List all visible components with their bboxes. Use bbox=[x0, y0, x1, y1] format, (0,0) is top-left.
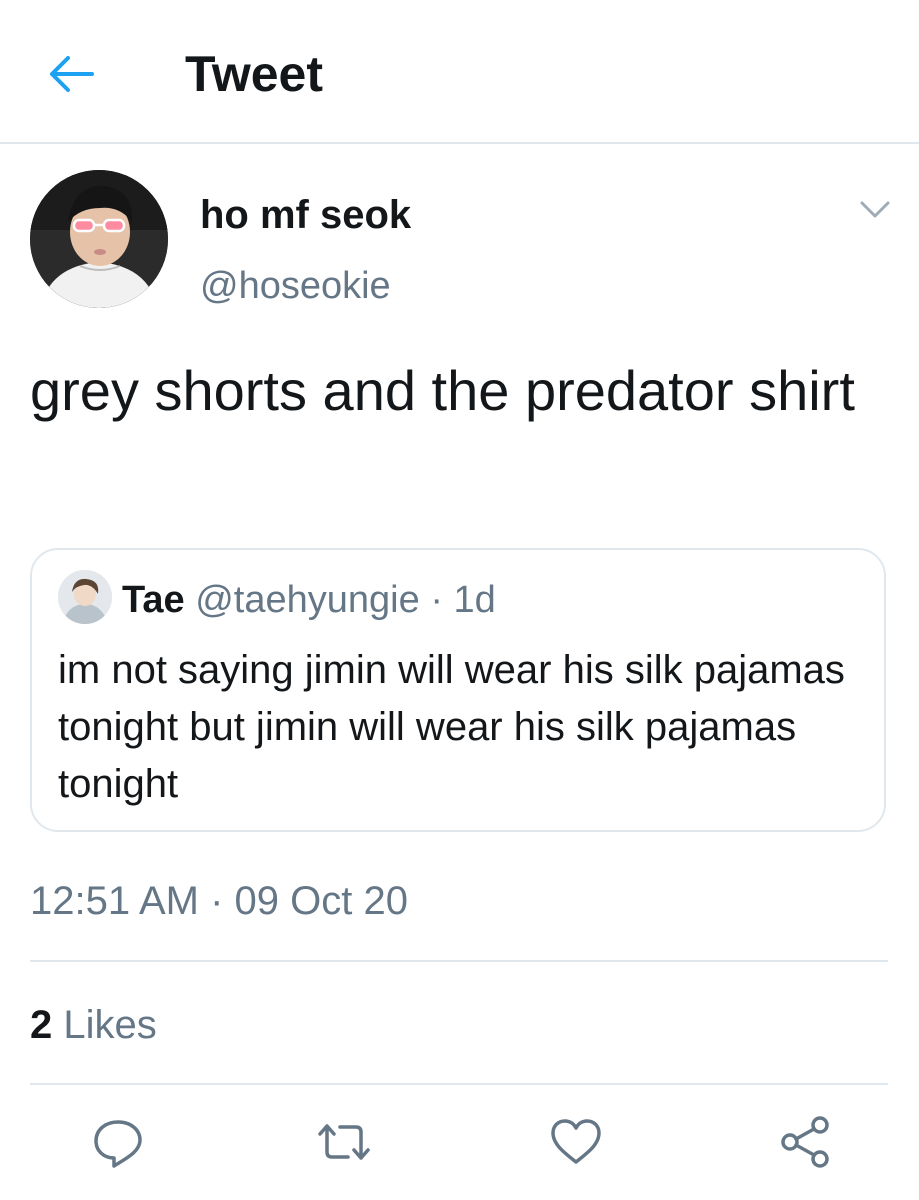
reply-button[interactable] bbox=[88, 1112, 148, 1172]
header-divider bbox=[0, 142, 919, 144]
retweet-button[interactable] bbox=[314, 1112, 374, 1172]
reply-icon bbox=[94, 1120, 142, 1168]
arrow-left-icon bbox=[50, 56, 94, 92]
quoted-tweet-card[interactable]: Tae @taehyungie · 1d im not saying jimin… bbox=[30, 548, 886, 832]
page-title: Tweet bbox=[185, 46, 323, 102]
quoted-avatar bbox=[58, 570, 112, 624]
like-button[interactable] bbox=[546, 1112, 606, 1172]
avatar-photo bbox=[30, 170, 168, 308]
divider bbox=[30, 1083, 888, 1085]
back-button[interactable] bbox=[46, 52, 96, 96]
likes-stat[interactable]: 2 Likes bbox=[30, 1000, 157, 1050]
likes-label: Likes bbox=[63, 1003, 157, 1047]
heart-icon bbox=[551, 1119, 601, 1164]
quoted-age: 1d bbox=[453, 579, 496, 621]
retweet-icon bbox=[318, 1124, 370, 1160]
tweet-options-button[interactable] bbox=[858, 196, 892, 222]
share-button[interactable] bbox=[776, 1112, 836, 1172]
likes-count: 2 bbox=[30, 1003, 53, 1047]
divider bbox=[30, 960, 888, 962]
author-avatar[interactable] bbox=[30, 170, 168, 308]
tweet-text: grey shorts and the predator shirt bbox=[30, 359, 855, 422]
author-handle[interactable]: @hoseokie bbox=[200, 262, 391, 310]
quoted-meta: Tae @taehyungie · 1d bbox=[122, 576, 496, 624]
chevron-down-icon bbox=[860, 201, 890, 218]
tweet-timestamp: 12:51 AM · 09 Oct 20 bbox=[30, 879, 408, 923]
share-icon bbox=[781, 1116, 829, 1168]
quoted-separator: · bbox=[430, 579, 443, 621]
quoted-avatar-photo bbox=[58, 570, 112, 624]
author-display-name[interactable]: ho mf seok bbox=[200, 190, 411, 240]
quoted-handle: @taehyungie bbox=[195, 579, 420, 621]
quoted-text: im not saying jimin will wear his silk p… bbox=[58, 648, 845, 806]
quoted-display-name: Tae bbox=[122, 579, 185, 621]
